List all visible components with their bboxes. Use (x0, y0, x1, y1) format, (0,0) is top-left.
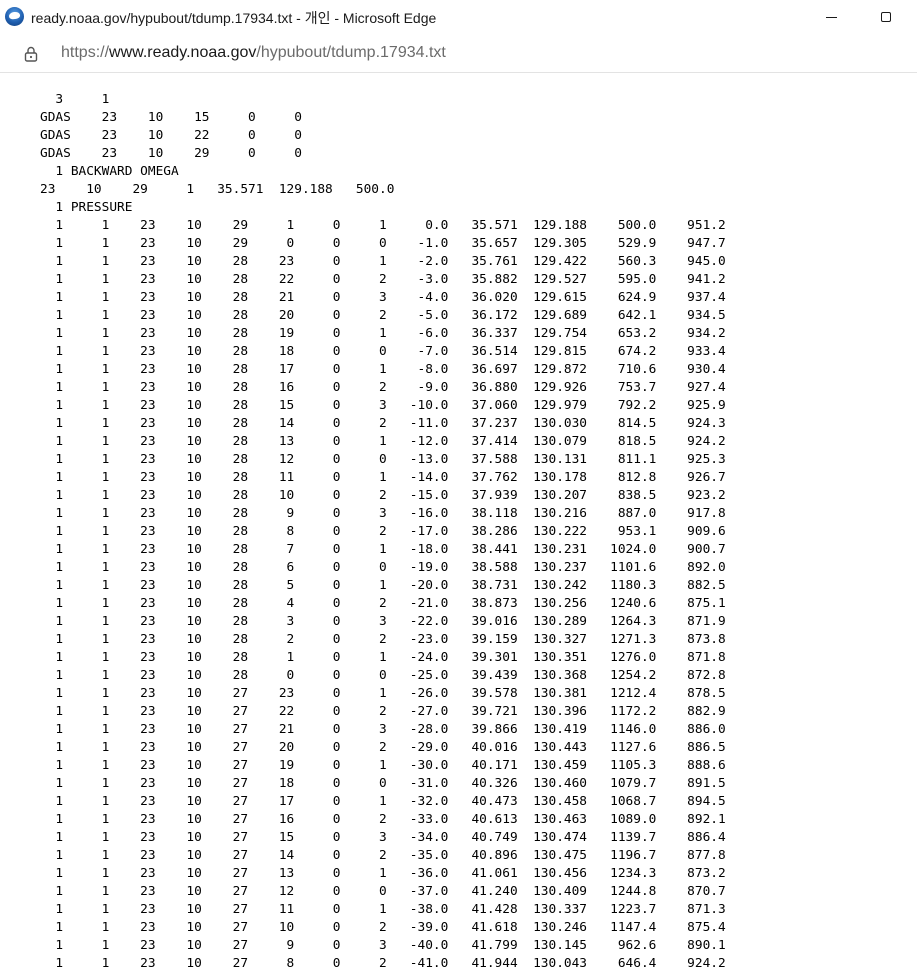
text-line: 1 1 23 10 28 9 0 3 -16.0 38.118 130.216 … (40, 506, 726, 521)
text-line: 1 1 23 10 27 19 0 1 -30.0 40.171 130.459… (40, 758, 726, 773)
text-line: 1 1 23 10 28 8 0 2 -17.0 38.286 130.222 … (40, 524, 726, 539)
text-line: 1 1 23 10 29 1 0 1 0.0 35.571 129.188 50… (40, 218, 726, 233)
text-line: 1 1 23 10 28 22 0 2 -3.0 35.882 129.527 … (40, 272, 726, 287)
address-bar[interactable]: https://www.ready.noaa.gov/hypubout/tdum… (0, 34, 917, 73)
text-line: 1 1 23 10 28 3 0 3 -22.0 39.016 130.289 … (40, 614, 726, 629)
text-line: 1 1 23 10 27 18 0 0 -31.0 40.326 130.460… (40, 776, 726, 791)
text-line: 1 1 23 10 27 8 0 2 -41.0 41.944 130.043 … (40, 956, 726, 969)
url-text[interactable]: https://www.ready.noaa.gov/hypubout/tdum… (61, 44, 446, 62)
text-line: 3 1 (40, 92, 110, 107)
text-line: 1 1 23 10 28 15 0 3 -10.0 37.060 129.979… (40, 398, 726, 413)
text-line: 1 1 23 10 28 19 0 1 -6.0 36.337 129.754 … (40, 326, 726, 341)
url-path: /hypubout/tdump.17934.txt (256, 44, 446, 61)
text-line: 1 1 23 10 27 23 0 1 -26.0 39.578 130.381… (40, 686, 726, 701)
noaa-logo-icon (5, 7, 24, 26)
text-line: 1 1 23 10 27 10 0 2 -39.0 41.618 130.246… (40, 920, 726, 935)
minimize-button[interactable] (808, 0, 854, 34)
text-line: 1 1 23 10 27 20 0 2 -29.0 40.016 130.443… (40, 740, 726, 755)
text-line: 1 1 23 10 28 6 0 0 -19.0 38.588 130.237 … (40, 560, 726, 575)
text-line: 1 1 23 10 28 7 0 1 -18.0 38.441 130.231 … (40, 542, 726, 557)
text-line: 1 1 23 10 28 0 0 0 -25.0 39.439 130.368 … (40, 668, 726, 683)
window-title: ready.noaa.gov/hypubout/tdump.17934.txt … (31, 10, 437, 26)
text-line: 1 1 23 10 27 9 0 3 -40.0 41.799 130.145 … (40, 938, 726, 953)
text-line: 1 1 23 10 28 2 0 2 -23.0 39.159 130.327 … (40, 632, 726, 647)
maximize-icon (881, 12, 891, 22)
plain-text-document: 3 1 GDAS 23 10 15 0 0 GDAS 23 10 22 0 0 … (40, 91, 726, 969)
text-line: 1 1 23 10 27 22 0 2 -27.0 39.721 130.396… (40, 704, 726, 719)
text-line: 1 1 23 10 28 5 0 1 -20.0 38.731 130.242 … (40, 578, 726, 593)
maximize-button[interactable] (863, 0, 909, 34)
text-line: 1 1 23 10 29 0 0 0 -1.0 35.657 129.305 5… (40, 236, 726, 251)
text-line: GDAS 23 10 15 0 0 (40, 110, 302, 125)
text-line: 1 1 23 10 27 14 0 2 -35.0 40.896 130.475… (40, 848, 726, 863)
text-line: 1 1 23 10 28 4 0 2 -21.0 38.873 130.256 … (40, 596, 726, 611)
text-line: 23 10 29 1 35.571 129.188 500.0 (40, 182, 395, 197)
text-line: GDAS 23 10 22 0 0 (40, 128, 302, 143)
text-line: 1 1 23 10 28 23 0 1 -2.0 35.761 129.422 … (40, 254, 726, 269)
text-line: 1 1 23 10 28 21 0 3 -4.0 36.020 129.615 … (40, 290, 726, 305)
text-line: 1 1 23 10 28 12 0 0 -13.0 37.588 130.131… (40, 452, 726, 467)
text-line: 1 1 23 10 28 1 0 1 -24.0 39.301 130.351 … (40, 650, 726, 665)
text-line: 1 1 23 10 27 17 0 1 -32.0 40.473 130.458… (40, 794, 726, 809)
text-line: 1 1 23 10 28 11 0 1 -14.0 37.762 130.178… (40, 470, 726, 485)
text-line: GDAS 23 10 29 0 0 (40, 146, 302, 161)
url-scheme: https:// (61, 44, 110, 61)
text-line: 1 1 23 10 27 16 0 2 -33.0 40.613 130.463… (40, 812, 726, 827)
text-line: 1 1 23 10 28 10 0 2 -15.0 37.939 130.207… (40, 488, 726, 503)
text-line: 1 1 23 10 27 13 0 1 -36.0 41.061 130.456… (40, 866, 726, 881)
text-line: 1 1 23 10 27 11 0 1 -38.0 41.428 130.337… (40, 902, 726, 917)
url-host: www.ready.noaa.gov (109, 44, 257, 61)
text-line: 1 1 23 10 28 16 0 2 -9.0 36.880 129.926 … (40, 380, 726, 395)
lock-icon[interactable] (24, 46, 38, 62)
text-line: 1 1 23 10 27 12 0 0 -37.0 41.240 130.409… (40, 884, 726, 899)
text-line: 1 1 23 10 28 17 0 1 -8.0 36.697 129.872 … (40, 362, 726, 377)
text-line: 1 1 23 10 28 20 0 2 -5.0 36.172 129.689 … (40, 308, 726, 323)
text-line: 1 1 23 10 27 15 0 3 -34.0 40.749 130.474… (40, 830, 726, 845)
text-line: 1 1 23 10 27 21 0 3 -28.0 39.866 130.419… (40, 722, 726, 737)
title-bar: ready.noaa.gov/hypubout/tdump.17934.txt … (0, 0, 917, 34)
document-viewport[interactable]: 3 1 GDAS 23 10 15 0 0 GDAS 23 10 22 0 0 … (0, 73, 917, 969)
text-line: 1 PRESSURE (40, 200, 133, 215)
minimize-icon (825, 16, 837, 18)
text-line: 1 1 23 10 28 14 0 2 -11.0 37.237 130.030… (40, 416, 726, 431)
text-line: 1 1 23 10 28 13 0 1 -12.0 37.414 130.079… (40, 434, 726, 449)
text-line: 1 1 23 10 28 18 0 0 -7.0 36.514 129.815 … (40, 344, 726, 359)
text-line: 1 BACKWARD OMEGA (40, 164, 179, 179)
